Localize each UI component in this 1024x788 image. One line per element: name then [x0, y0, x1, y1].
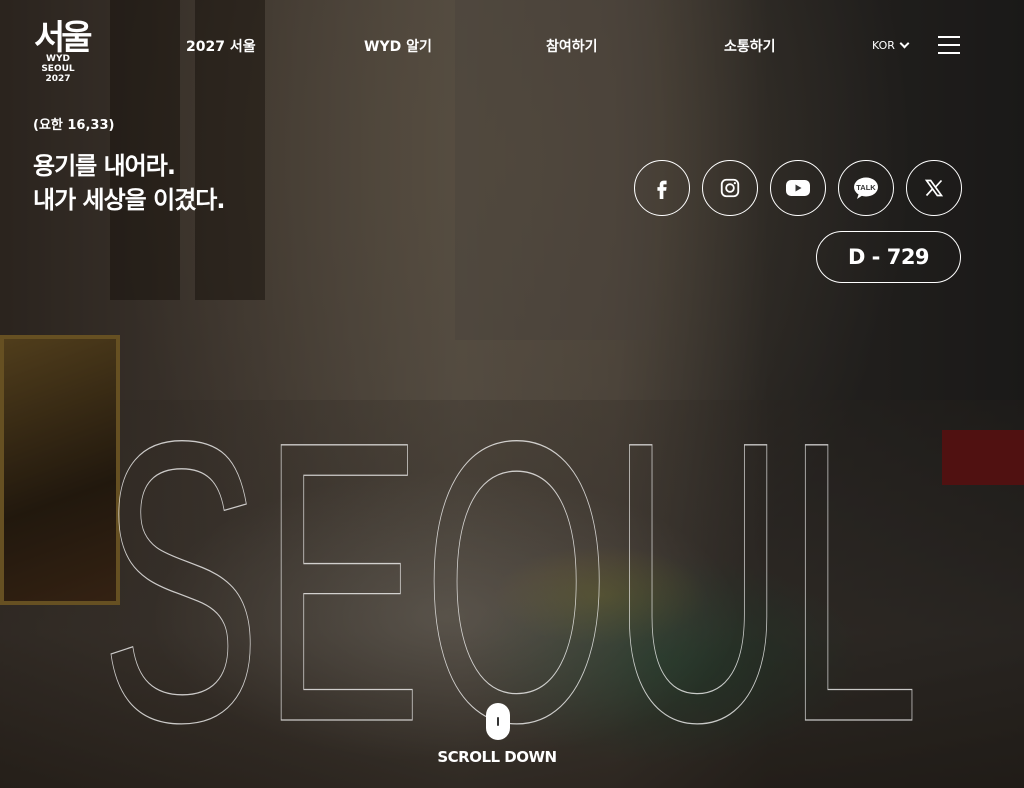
- youtube-icon: [786, 180, 810, 196]
- nav-item-about-wyd[interactable]: WYD 알기: [364, 36, 432, 56]
- verse-reference: (요한 16,33): [33, 118, 115, 133]
- mouse-scroll-icon[interactable]: [486, 703, 510, 740]
- youtube-button[interactable]: [770, 160, 826, 216]
- nav-item-2027-seoul[interactable]: 2027 서울: [186, 36, 256, 56]
- logo-script: 서울: [34, 18, 93, 58]
- nav-item-participate[interactable]: 참여하기: [546, 36, 598, 56]
- x-icon: [924, 179, 944, 197]
- facebook-icon: [657, 180, 667, 199]
- instagram-button[interactable]: [702, 160, 758, 216]
- logo[interactable]: 서울 WYD SEOUL 2027: [28, 10, 106, 88]
- chevron-down-icon: [899, 38, 910, 49]
- talk-icon-label: TALK: [856, 183, 876, 192]
- site-header: 서울 WYD SEOUL 2027 2027 서울 WYD 알기 참여하기 소통…: [0, 0, 1024, 90]
- scroll-down-label[interactable]: SCROLL DOWN: [437, 748, 557, 766]
- menu-line: [938, 36, 960, 38]
- language-label: KOR: [872, 39, 895, 52]
- talk-icon: TALK: [854, 177, 878, 199]
- verse-line-2: 내가 세상을 이겼다.: [33, 186, 225, 214]
- language-selector[interactable]: KOR: [872, 38, 910, 52]
- logo-text: WYD SEOUL 2027: [41, 54, 75, 84]
- menu-line: [938, 52, 960, 54]
- seoul-outline-text: SEOUL: [99, 400, 920, 760]
- dday-counter: D - 729: [816, 231, 961, 283]
- kakaotalk-button[interactable]: TALK: [838, 160, 894, 216]
- nav-item-communicate[interactable]: 소통하기: [724, 36, 776, 56]
- verse-line-1: 용기를 내어라.: [33, 152, 176, 180]
- instagram-icon: [720, 178, 740, 198]
- menu-line: [938, 44, 960, 46]
- hamburger-menu-button[interactable]: [938, 36, 960, 54]
- seoul-watermark: SEOUL: [100, 400, 920, 760]
- x-button[interactable]: [906, 160, 962, 216]
- facebook-button[interactable]: [634, 160, 690, 216]
